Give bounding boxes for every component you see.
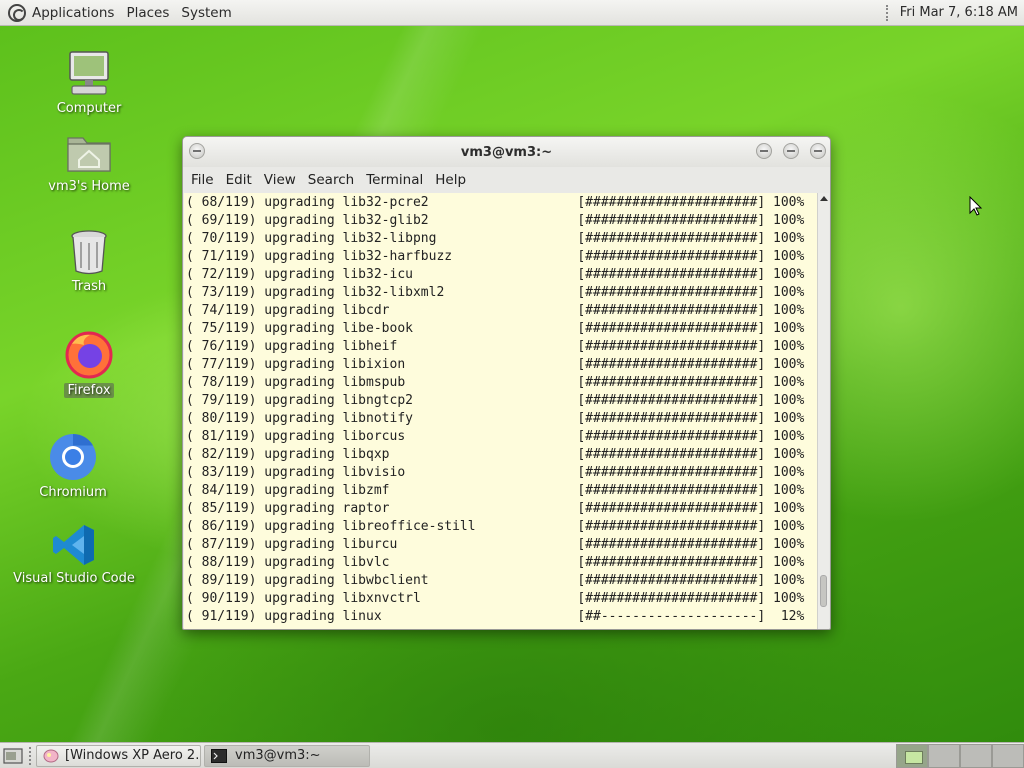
terminal-line: ( 69/119) upgrading lib32-glib2 [#######… <box>186 213 805 228</box>
applications-menu[interactable]: Applications <box>26 0 120 26</box>
terminal-line: ( 90/119) upgrading libxnvctrl [########… <box>186 591 805 606</box>
workspace-switcher <box>896 744 1024 768</box>
menu-terminal[interactable]: Terminal <box>360 172 429 188</box>
menu-search[interactable]: Search <box>302 172 360 188</box>
desktop-icon-label: Chromium <box>39 485 107 500</box>
maximize-button[interactable] <box>783 143 799 159</box>
terminal-icon <box>211 748 227 763</box>
terminal-line: ( 91/119) upgrading linux [##-----------… <box>186 609 805 624</box>
terminal-line: ( 77/119) upgrading libixion [##########… <box>186 357 805 372</box>
workspace-2[interactable] <box>928 744 960 768</box>
minimize-button[interactable] <box>756 143 772 159</box>
desktop-icon-firefox[interactable]: Firefox <box>58 330 120 398</box>
window-titlebar[interactable]: vm3@vm3:~ <box>183 137 830 167</box>
firefox-icon <box>65 331 113 379</box>
terminal-line: ( 68/119) upgrading lib32-pcre2 [#######… <box>186 195 805 210</box>
desktop-icon-label: Trash <box>71 279 107 294</box>
workspace-4[interactable] <box>992 744 1024 768</box>
taskbar-label: [Windows XP Aero 2... <box>65 748 201 763</box>
system-menu[interactable]: System <box>175 0 237 26</box>
places-menu[interactable]: Places <box>120 0 175 26</box>
scroll-thumb[interactable] <box>820 575 827 607</box>
terminal-line: ( 74/119) upgrading libcdr [############… <box>186 303 805 318</box>
desktop-icon-trash[interactable]: Trash <box>58 228 120 294</box>
window-title: vm3@vm3:~ <box>460 145 553 160</box>
desktop-icon-home[interactable]: vm3's Home <box>46 128 132 194</box>
image-viewer-icon <box>43 749 59 762</box>
workspace-3[interactable] <box>960 744 992 768</box>
desktop-icon-vscode[interactable]: Visual Studio Code <box>13 522 135 586</box>
panel-drag-handle[interactable] <box>29 746 33 765</box>
desktop-icon-label: Firefox <box>64 383 114 398</box>
terminal-line: ( 76/119) upgrading libheif [###########… <box>186 339 805 354</box>
taskbar-label: vm3@vm3:~ <box>235 748 321 763</box>
chromium-icon <box>50 433 96 480</box>
panel-drag-handle[interactable] <box>885 4 890 21</box>
bottom-panel: [Windows XP Aero 2... vm3@vm3:~ <box>0 742 1024 768</box>
clock[interactable]: Fri Mar 7, 6:18 AM <box>900 5 1018 20</box>
trash-icon <box>71 230 107 275</box>
desktop-icon-label: Visual Studio Code <box>13 571 135 586</box>
terminal-menubar: File Edit View Search Terminal Help <box>183 167 830 193</box>
taskbar-button-image-viewer[interactable]: [Windows XP Aero 2... <box>36 744 201 767</box>
terminal-window: vm3@vm3:~ File Edit View Search Terminal… <box>182 136 831 630</box>
terminal-line: ( 71/119) upgrading lib32-harfbuzz [####… <box>186 249 805 264</box>
terminal-output[interactable]: ( 68/119) upgrading lib32-pcre2 [#######… <box>184 193 818 629</box>
terminal-line: ( 81/119) upgrading liborcus [##########… <box>186 429 805 444</box>
workspace-1[interactable] <box>896 744 928 768</box>
terminal-line: ( 70/119) upgrading lib32-libpng [######… <box>186 231 805 246</box>
terminal-line: ( 73/119) upgrading lib32-libxml2 [#####… <box>186 285 805 300</box>
terminal-line: ( 83/119) upgrading libvisio [##########… <box>186 465 805 480</box>
terminal-line: ( 88/119) upgrading libvlc [############… <box>186 555 805 570</box>
terminal-line: ( 80/119) upgrading libnotify [#########… <box>186 411 805 426</box>
vscode-icon <box>53 525 94 565</box>
menu-help[interactable]: Help <box>429 172 472 188</box>
menu-file[interactable]: File <box>185 172 220 188</box>
desktop-icon-label: Computer <box>56 101 122 116</box>
terminal-line: ( 72/119) upgrading lib32-icu [#########… <box>186 267 805 282</box>
computer-icon <box>69 51 109 95</box>
scroll-up-arrow-icon[interactable] <box>820 196 828 201</box>
terminal-line: ( 84/119) upgrading libzmf [############… <box>186 483 805 498</box>
home-folder-icon <box>67 137 111 172</box>
terminal-line: ( 75/119) upgrading libe-book [#########… <box>186 321 805 336</box>
close-button[interactable] <box>810 143 826 159</box>
terminal-scrollbar[interactable] <box>817 193 829 629</box>
distro-logo-icon[interactable] <box>8 3 26 22</box>
panel-right-area: Fri Mar 7, 6:18 AM <box>885 4 1024 21</box>
terminal-line: ( 89/119) upgrading libwbclient [#######… <box>186 573 805 588</box>
desktop-icon-chromium[interactable]: Chromium <box>39 432 107 500</box>
terminal-line: ( 82/119) upgrading libqxp [############… <box>186 447 805 462</box>
desktop-icon-label: vm3's Home <box>48 179 130 194</box>
terminal-line: ( 79/119) upgrading libngtcp2 [#########… <box>186 393 805 408</box>
top-panel: Applications Places System Fri Mar 7, 6:… <box>0 0 1024 26</box>
terminal-line: ( 78/119) upgrading libmspub [##########… <box>186 375 805 390</box>
terminal-line: ( 85/119) upgrading raptor [############… <box>186 501 805 516</box>
terminal-line: ( 86/119) upgrading libreoffice-still [#… <box>186 519 805 534</box>
desktop-icon-computer[interactable]: Computer <box>56 48 122 116</box>
menu-view[interactable]: View <box>258 172 302 188</box>
menu-edit[interactable]: Edit <box>220 172 258 188</box>
show-desktop-icon[interactable] <box>3 747 23 765</box>
mouse-pointer-icon <box>969 196 983 216</box>
taskbar-button-terminal[interactable]: vm3@vm3:~ <box>204 744 370 767</box>
terminal-line: ( 87/119) upgrading liburcu [###########… <box>186 537 805 552</box>
